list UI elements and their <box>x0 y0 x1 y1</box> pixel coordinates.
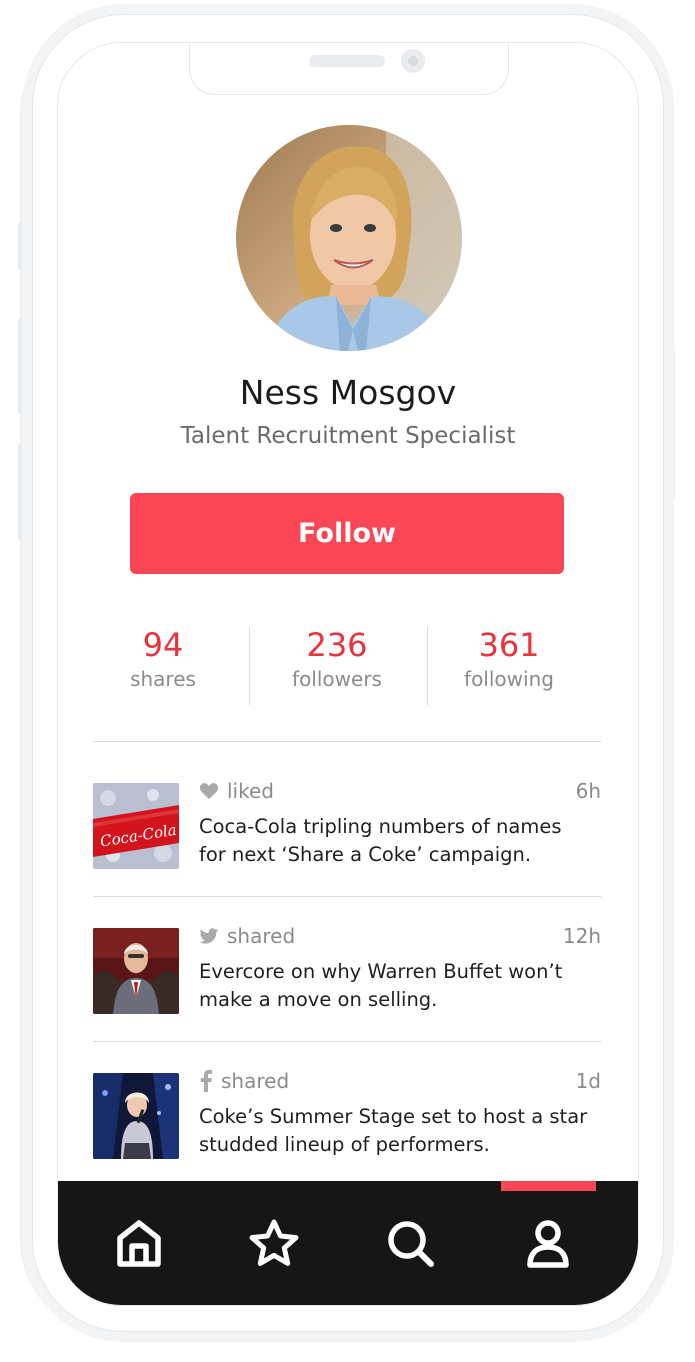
device-volume-down <box>18 444 23 540</box>
feed-thumbnail-concert <box>93 1073 179 1159</box>
twitter-icon <box>199 927 219 944</box>
feed-timestamp: 6h <box>575 779 601 803</box>
feed-action: liked <box>199 779 274 803</box>
stat-value: 361 <box>478 626 540 664</box>
stat-following[interactable]: 361 following <box>424 625 594 691</box>
user-icon <box>527 1220 569 1268</box>
feed-timestamp: 12h <box>562 924 601 948</box>
profile-name: Ness Mosgov <box>239 373 457 412</box>
app-screen: Ness Mosgov Talent Recruitment Specialis… <box>57 42 639 1306</box>
feed-divider <box>93 896 601 897</box>
feed-action-label: liked <box>227 779 274 803</box>
home-icon <box>117 1220 161 1267</box>
feed-action: shared <box>199 924 295 948</box>
feed-text[interactable]: Evercore on why Warren Buffet won’t make… <box>199 958 589 1014</box>
facebook-icon <box>200 1070 212 1092</box>
profile-title: Talent Recruitment Specialist <box>180 423 516 449</box>
front-camera <box>401 49 425 73</box>
stat-label: shares <box>130 667 196 691</box>
device-mute-switch <box>18 222 23 270</box>
feed-action-label: shared <box>227 924 296 948</box>
feed-timestamp: 1d <box>575 1069 601 1093</box>
follow-button[interactable]: Follow <box>130 493 564 574</box>
heart-icon <box>199 783 219 800</box>
feed-action: shared <box>199 1069 289 1093</box>
feed-item[interactable]: shared 12h Evercore on why Warren Buffet… <box>93 924 601 1014</box>
stat-value: 94 <box>142 626 184 664</box>
avatar <box>236 125 462 351</box>
star-icon <box>249 1219 299 1266</box>
tab-profile[interactable] <box>513 1209 583 1279</box>
stat-followers[interactable]: 236 followers <box>252 625 422 691</box>
stat-label: following <box>464 667 554 691</box>
tab-favorites[interactable] <box>239 1209 309 1279</box>
stat-label: followers <box>292 667 382 691</box>
device-notch <box>189 43 509 95</box>
speaker-grille <box>309 55 385 67</box>
device-volume-up <box>18 318 23 414</box>
feed-thumbnail-portrait <box>93 928 179 1014</box>
bottom-tab-bar <box>58 1181 638 1305</box>
device-power-button <box>670 350 675 500</box>
stat-value: 236 <box>306 626 368 664</box>
feed-thumbnail-coke-can: Coca-Cola <box>93 783 179 869</box>
active-tab-indicator <box>501 1181 596 1191</box>
feed-item[interactable]: shared 1d Coke’s Summer Stage set to hos… <box>93 1069 601 1159</box>
feed-item[interactable]: Coca-Cola liked 6h Coca-Cola tripling nu… <box>93 779 601 869</box>
search-icon <box>388 1221 434 1267</box>
feed-divider <box>93 1041 601 1042</box>
tab-home[interactable] <box>104 1209 174 1279</box>
tab-search[interactable] <box>376 1209 446 1279</box>
stat-divider <box>249 627 250 705</box>
feed-text[interactable]: Coca-Cola tripling numbers of names for … <box>199 813 589 869</box>
feed-action-label: shared <box>221 1069 290 1093</box>
feed-text[interactable]: Coke’s Summer Stage set to host a star s… <box>199 1103 589 1159</box>
stat-shares[interactable]: 94 shares <box>78 625 248 691</box>
section-divider <box>93 741 601 742</box>
